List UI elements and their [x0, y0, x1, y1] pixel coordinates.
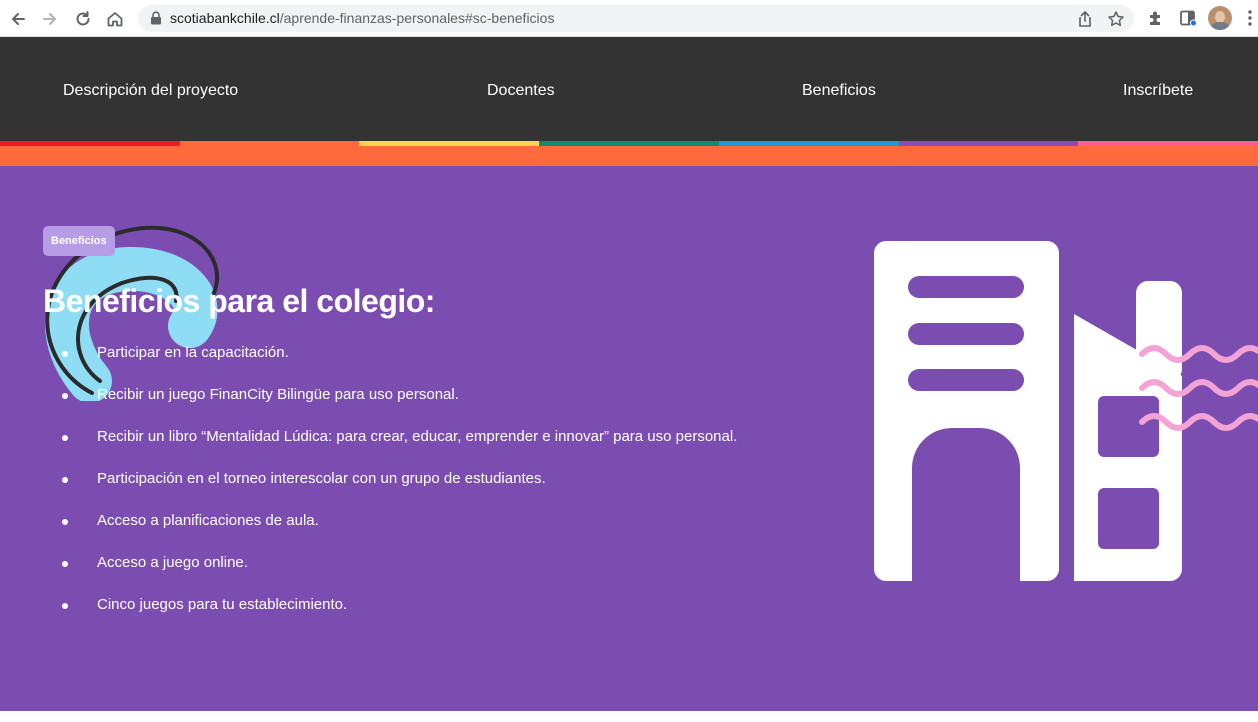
url-text[interactable]: scotiabankchile.cl/aprende-finanzas-pers…: [170, 10, 554, 26]
list-item-text: Recibir un juego FinanCity Bilingüe para…: [97, 386, 459, 403]
extensions-icon[interactable]: [1146, 8, 1166, 28]
back-arrow-icon[interactable]: [5, 6, 31, 32]
nav-item-beneficios[interactable]: Beneficios: [802, 82, 876, 100]
page-bottom-edge: [0, 711, 1258, 722]
reload-icon[interactable]: [70, 6, 96, 32]
section-badge: Beneficios: [43, 226, 115, 256]
share-icon[interactable]: [1076, 10, 1094, 28]
benefits-section: Beneficios Beneficios para el colegio: P…: [0, 166, 1258, 711]
list-item-text: Acceso a juego online.: [97, 554, 248, 571]
nav-item-descripcion[interactable]: Descripción del proyecto: [63, 82, 238, 100]
url-host: scotiabankchile.cl: [170, 10, 280, 26]
nav-item-docentes[interactable]: Docentes: [487, 82, 555, 100]
list-item-text: Participar en la capacitación.: [97, 344, 289, 361]
building-illustration: [874, 241, 1258, 581]
list-item-text: Acceso a planificaciones de aula.: [97, 512, 319, 529]
reading-list-icon[interactable]: [1178, 8, 1198, 28]
list-item-text: Participación en el torneo interescolar …: [97, 470, 546, 487]
home-icon[interactable]: [102, 6, 128, 32]
nav-item-inscribete[interactable]: Inscríbete: [1123, 82, 1193, 100]
bullet-icon: [62, 519, 68, 525]
list-item-text: Cinco juegos para tu establecimiento.: [97, 596, 348, 613]
forward-arrow-icon[interactable]: [37, 6, 63, 32]
site-navigation: Descripción del proyecto Docentes Benefi…: [0, 37, 1258, 141]
lock-icon[interactable]: [150, 11, 162, 30]
section-title: Beneficios para el colegio:: [43, 283, 435, 319]
list-item-text: Recibir un libro “Mentalidad Lúdica: par…: [97, 428, 738, 445]
bullet-icon: [62, 435, 68, 441]
address-bar[interactable]: scotiabankchile.cl/aprende-finanzas-pers…: [138, 5, 1134, 32]
bullet-icon: [62, 393, 68, 399]
orange-band: [0, 146, 1258, 166]
browser-toolbar: scotiabankchile.cl/aprende-finanzas-pers…: [0, 0, 1258, 37]
star-icon[interactable]: [1107, 10, 1125, 28]
url-path: /aprende-finanzas-personales#sc-benefici…: [279, 10, 555, 26]
bullet-icon: [62, 351, 68, 357]
bullet-icon: [62, 603, 68, 609]
menu-dots-icon[interactable]: [1240, 8, 1258, 28]
bullet-icon: [62, 561, 68, 567]
bullet-icon: [62, 477, 68, 483]
avatar[interactable]: [1208, 6, 1232, 30]
